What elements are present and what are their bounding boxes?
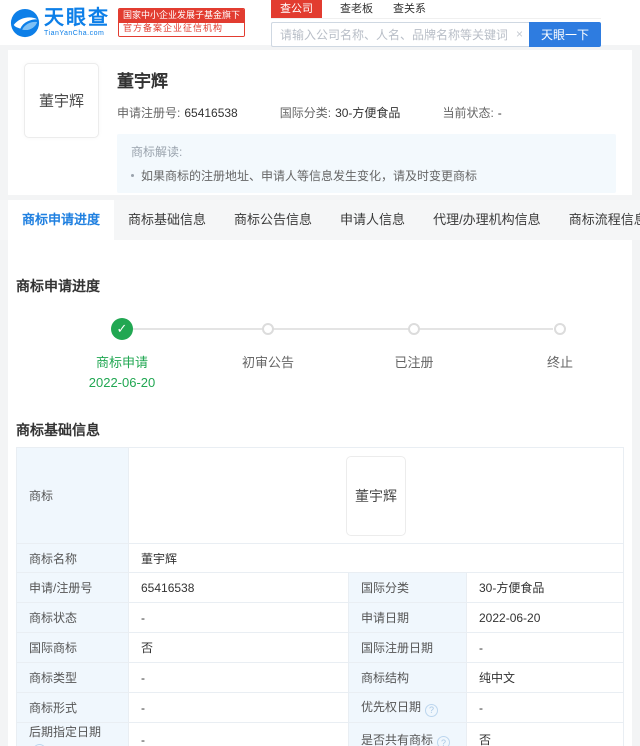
table-row: 商标状态 - 申请日期 2022-06-20 xyxy=(16,602,624,633)
main-content: 商标申请进度 ✓ 商标申请 2022-06-20 初审公告 已注册 终止 商标基… xyxy=(8,240,632,746)
search-area: 查公司 查老板 查关系 × 天眼一下 xyxy=(271,0,602,47)
step-date: 2022-06-20 xyxy=(88,375,156,390)
table-row: 申请/注册号 65416538 国际分类 30-方便食品 xyxy=(16,572,624,603)
search-tab-company[interactable]: 查公司 xyxy=(271,0,323,18)
clear-icon[interactable]: × xyxy=(516,27,523,41)
check-icon: ✓ xyxy=(111,318,133,340)
badge-line2: 官方备案企业征信机构 xyxy=(119,23,245,36)
registration-number-field: 申请注册号: 65416538 xyxy=(117,106,238,120)
step-terminated: 终止 xyxy=(487,318,633,390)
trademark-image: 董宇辉 xyxy=(346,455,406,536)
table-row: 后期指定日期? - 是否共有商标? 否 xyxy=(16,722,624,746)
tab-basic-info[interactable]: 商标基础信息 xyxy=(114,200,220,240)
bullet-dot xyxy=(131,174,134,177)
step-circle-icon xyxy=(262,323,274,335)
tab-announcement-info[interactable]: 商标公告信息 xyxy=(220,200,326,240)
progress-stepper: ✓ 商标申请 2022-06-20 初审公告 已注册 终止 xyxy=(16,318,624,390)
step-preliminary-announcement: 初审公告 xyxy=(195,318,341,390)
table-row: 商标名称 董宇辉 xyxy=(16,543,624,573)
table-row: 国际商标 否 国际注册日期 - xyxy=(16,632,624,663)
table-row: 商标形式 - 优先权日期? - xyxy=(16,692,624,723)
search-input[interactable] xyxy=(271,22,530,47)
help-icon[interactable]: ? xyxy=(425,703,439,717)
tianyancha-eye-icon xyxy=(10,8,40,37)
tab-process-info[interactable]: 商标流程信息 xyxy=(555,200,640,240)
search-button[interactable]: 天眼一下 xyxy=(529,22,602,47)
top-header: 天眼查 TianYanCha.com 国家中小企业发展子基金旗下 官方备案企业征… xyxy=(0,0,640,47)
step-circle-icon xyxy=(408,323,420,335)
help-icon[interactable]: ? xyxy=(437,736,451,746)
search-type-tabs: 查公司 查老板 查关系 xyxy=(271,0,602,19)
tianyancha-logo[interactable]: 天眼查 TianYanCha.com xyxy=(10,8,110,38)
notice-item: 如果商标的注册地址、申请人等信息发生变化，请及时变更商标 xyxy=(131,167,602,184)
current-status-field: 当前状态: - xyxy=(442,106,502,120)
tab-agency-info[interactable]: 代理/办理机构信息 xyxy=(419,200,555,240)
step-circle-icon xyxy=(554,323,566,335)
basic-info-table: 商标 董宇辉 商标名称 董宇辉 申请/注册号 65416538 国际分类 30-… xyxy=(16,447,624,746)
trademark-notice-box: 商标解读: 如果商标的注册地址、申请人等信息发生变化，请及时变更商标 xyxy=(117,134,616,193)
basic-info-heading: 商标基础信息 xyxy=(16,422,100,438)
certification-badge: 国家中小企业发展子基金旗下 官方备案企业征信机构 xyxy=(118,8,246,37)
search-tab-boss[interactable]: 查老板 xyxy=(338,0,375,18)
progress-heading: 商标申请进度 xyxy=(16,278,100,294)
step-application: ✓ 商标申请 2022-06-20 xyxy=(49,318,195,390)
step-registered: 已注册 xyxy=(341,318,487,390)
section-tabbar: 商标申请进度 商标基础信息 商标公告信息 申请人信息 代理/办理机构信息 商标流… xyxy=(0,200,640,240)
table-row: 商标 董宇辉 xyxy=(16,447,624,544)
trademark-image: 董宇辉 xyxy=(24,63,99,138)
tab-application-progress[interactable]: 商标申请进度 xyxy=(8,200,115,240)
search-tab-relation[interactable]: 查关系 xyxy=(391,0,428,18)
badge-line1: 国家中小企业发展子基金旗下 xyxy=(119,9,245,23)
logo-domain: TianYanCha.com xyxy=(44,30,105,37)
notice-title: 商标解读: xyxy=(131,145,183,159)
intl-class-field: 国际分类: 30-方便食品 xyxy=(279,106,401,120)
page-title: 董宇辉 xyxy=(117,72,168,91)
tab-applicant-info[interactable]: 申请人信息 xyxy=(326,200,419,240)
table-row: 商标类型 - 商标结构 纯中文 xyxy=(16,662,624,693)
trademark-summary-card: 董宇辉 董宇辉 申请注册号: 65416538 国际分类: 30-方便食品 当前状态… xyxy=(8,50,632,195)
logo-title: 天眼查 xyxy=(44,7,110,29)
